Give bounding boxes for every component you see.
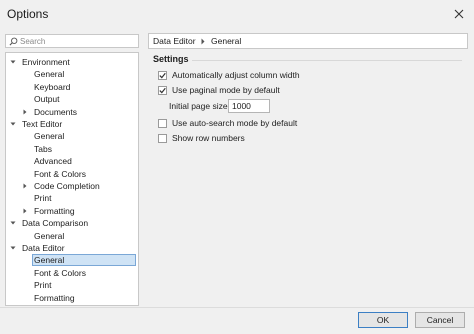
checkbox-box[interactable] — [158, 71, 167, 80]
settings-panel: Settings Automatically adjust column wid… — [148, 50, 468, 306]
tree-item[interactable]: Code Completion — [6, 180, 138, 192]
tree-item[interactable]: Formatting — [6, 292, 138, 304]
tree-item[interactable]: General — [6, 68, 138, 80]
tree-item[interactable]: Documents — [6, 106, 138, 118]
tree-item[interactable]: Data Editor — [6, 242, 138, 254]
chevron-right-icon — [201, 38, 205, 45]
tree-item-label: General — [34, 230, 65, 241]
tree-item-label: General — [32, 254, 136, 267]
chevron-down-icon[interactable] — [9, 56, 17, 68]
checkbox-box[interactable] — [158, 134, 167, 143]
breadcrumb-parent[interactable]: Data Editor — [153, 36, 196, 47]
chevron-right-icon[interactable] — [21, 106, 29, 118]
search-input[interactable] — [20, 35, 136, 47]
checkbox-label: Automatically adjust column width — [172, 70, 300, 80]
tree-item-label: Formatting — [34, 292, 75, 303]
checkbox-box[interactable] — [158, 86, 167, 95]
tree-item-label: Font & Colors — [34, 267, 86, 278]
tree-item[interactable]: Font & Colors — [6, 168, 138, 180]
tree-item[interactable]: General — [6, 230, 138, 242]
section-divider — [192, 60, 462, 61]
tree-item[interactable]: Output — [6, 93, 138, 105]
checkbox-label: Use auto-search mode by default — [172, 118, 298, 128]
close-button[interactable] — [444, 0, 474, 28]
chevron-down-icon[interactable] — [9, 242, 17, 254]
tree-item-label: Environment — [22, 57, 70, 67]
tree-item[interactable]: Data Comparison — [6, 217, 138, 229]
tree-item[interactable]: Print — [6, 192, 138, 204]
tree-item-label: Tabs — [34, 143, 52, 154]
tree-item-label: Formatting — [34, 205, 75, 216]
tree-item-label: Font & Colors — [34, 168, 86, 179]
tree-item[interactable]: Text Editor — [6, 118, 138, 130]
tree-item[interactable]: General — [6, 130, 138, 142]
search-box[interactable] — [5, 34, 139, 48]
checkbox-box[interactable] — [158, 119, 167, 128]
tree-item-label: Output — [34, 94, 60, 105]
tree-item-label: Data Comparison — [22, 218, 89, 229]
page-size-label: Initial page size: — [169, 101, 230, 111]
tree-item-label: Text Editor — [22, 119, 63, 129]
checkbox-label: Show row numbers — [172, 133, 245, 143]
search-icon — [9, 37, 18, 46]
tree-item[interactable]: Advanced — [6, 155, 138, 167]
settings-title: Settings — [153, 54, 189, 64]
tree-item[interactable]: General — [6, 254, 138, 267]
tree-item[interactable]: Formatting — [6, 205, 138, 217]
tree-item-label: Documents — [34, 106, 77, 117]
chevron-down-icon[interactable] — [9, 217, 17, 229]
tree-item-label: General — [34, 69, 65, 80]
chevron-down-icon[interactable] — [9, 118, 17, 130]
tree-item-label: Code Completion — [34, 181, 100, 191]
tree-item[interactable]: Print — [6, 279, 138, 291]
tree-item-label: Advanced — [34, 156, 72, 167]
tree-item[interactable]: Environment — [6, 56, 138, 68]
breadcrumb-current: General — [211, 36, 242, 46]
options-tree[interactable]: Environment General Keyboard Output Document… — [5, 52, 139, 306]
tree-item[interactable]: Tabs — [6, 143, 138, 155]
tree-item[interactable]: Keyboard — [6, 81, 138, 93]
window-title: Options — [7, 7, 49, 21]
title-bar: Options — [0, 0, 474, 28]
chevron-right-icon[interactable] — [21, 180, 29, 192]
ok-button[interactable]: OK — [358, 312, 408, 328]
chevron-right-icon[interactable] — [21, 205, 29, 217]
checkmark-icon — [159, 87, 166, 94]
page-size-input[interactable] — [228, 99, 270, 113]
close-icon — [454, 9, 464, 19]
breadcrumb: Data Editor General — [148, 33, 468, 49]
checkbox-label: Use paginal mode by default — [172, 85, 280, 95]
tree-item-label: General — [34, 131, 65, 142]
tree-item-label: Data Editor — [22, 243, 65, 253]
tree-item-label: Print — [34, 193, 52, 204]
tree-item[interactable]: Font & Colors — [6, 267, 138, 279]
checkmark-icon — [159, 72, 166, 79]
tree-item-label: Keyboard — [34, 81, 71, 92]
tree-item-label: Print — [34, 280, 52, 291]
footer-divider — [0, 307, 474, 308]
cancel-button[interactable]: Cancel — [415, 312, 465, 328]
